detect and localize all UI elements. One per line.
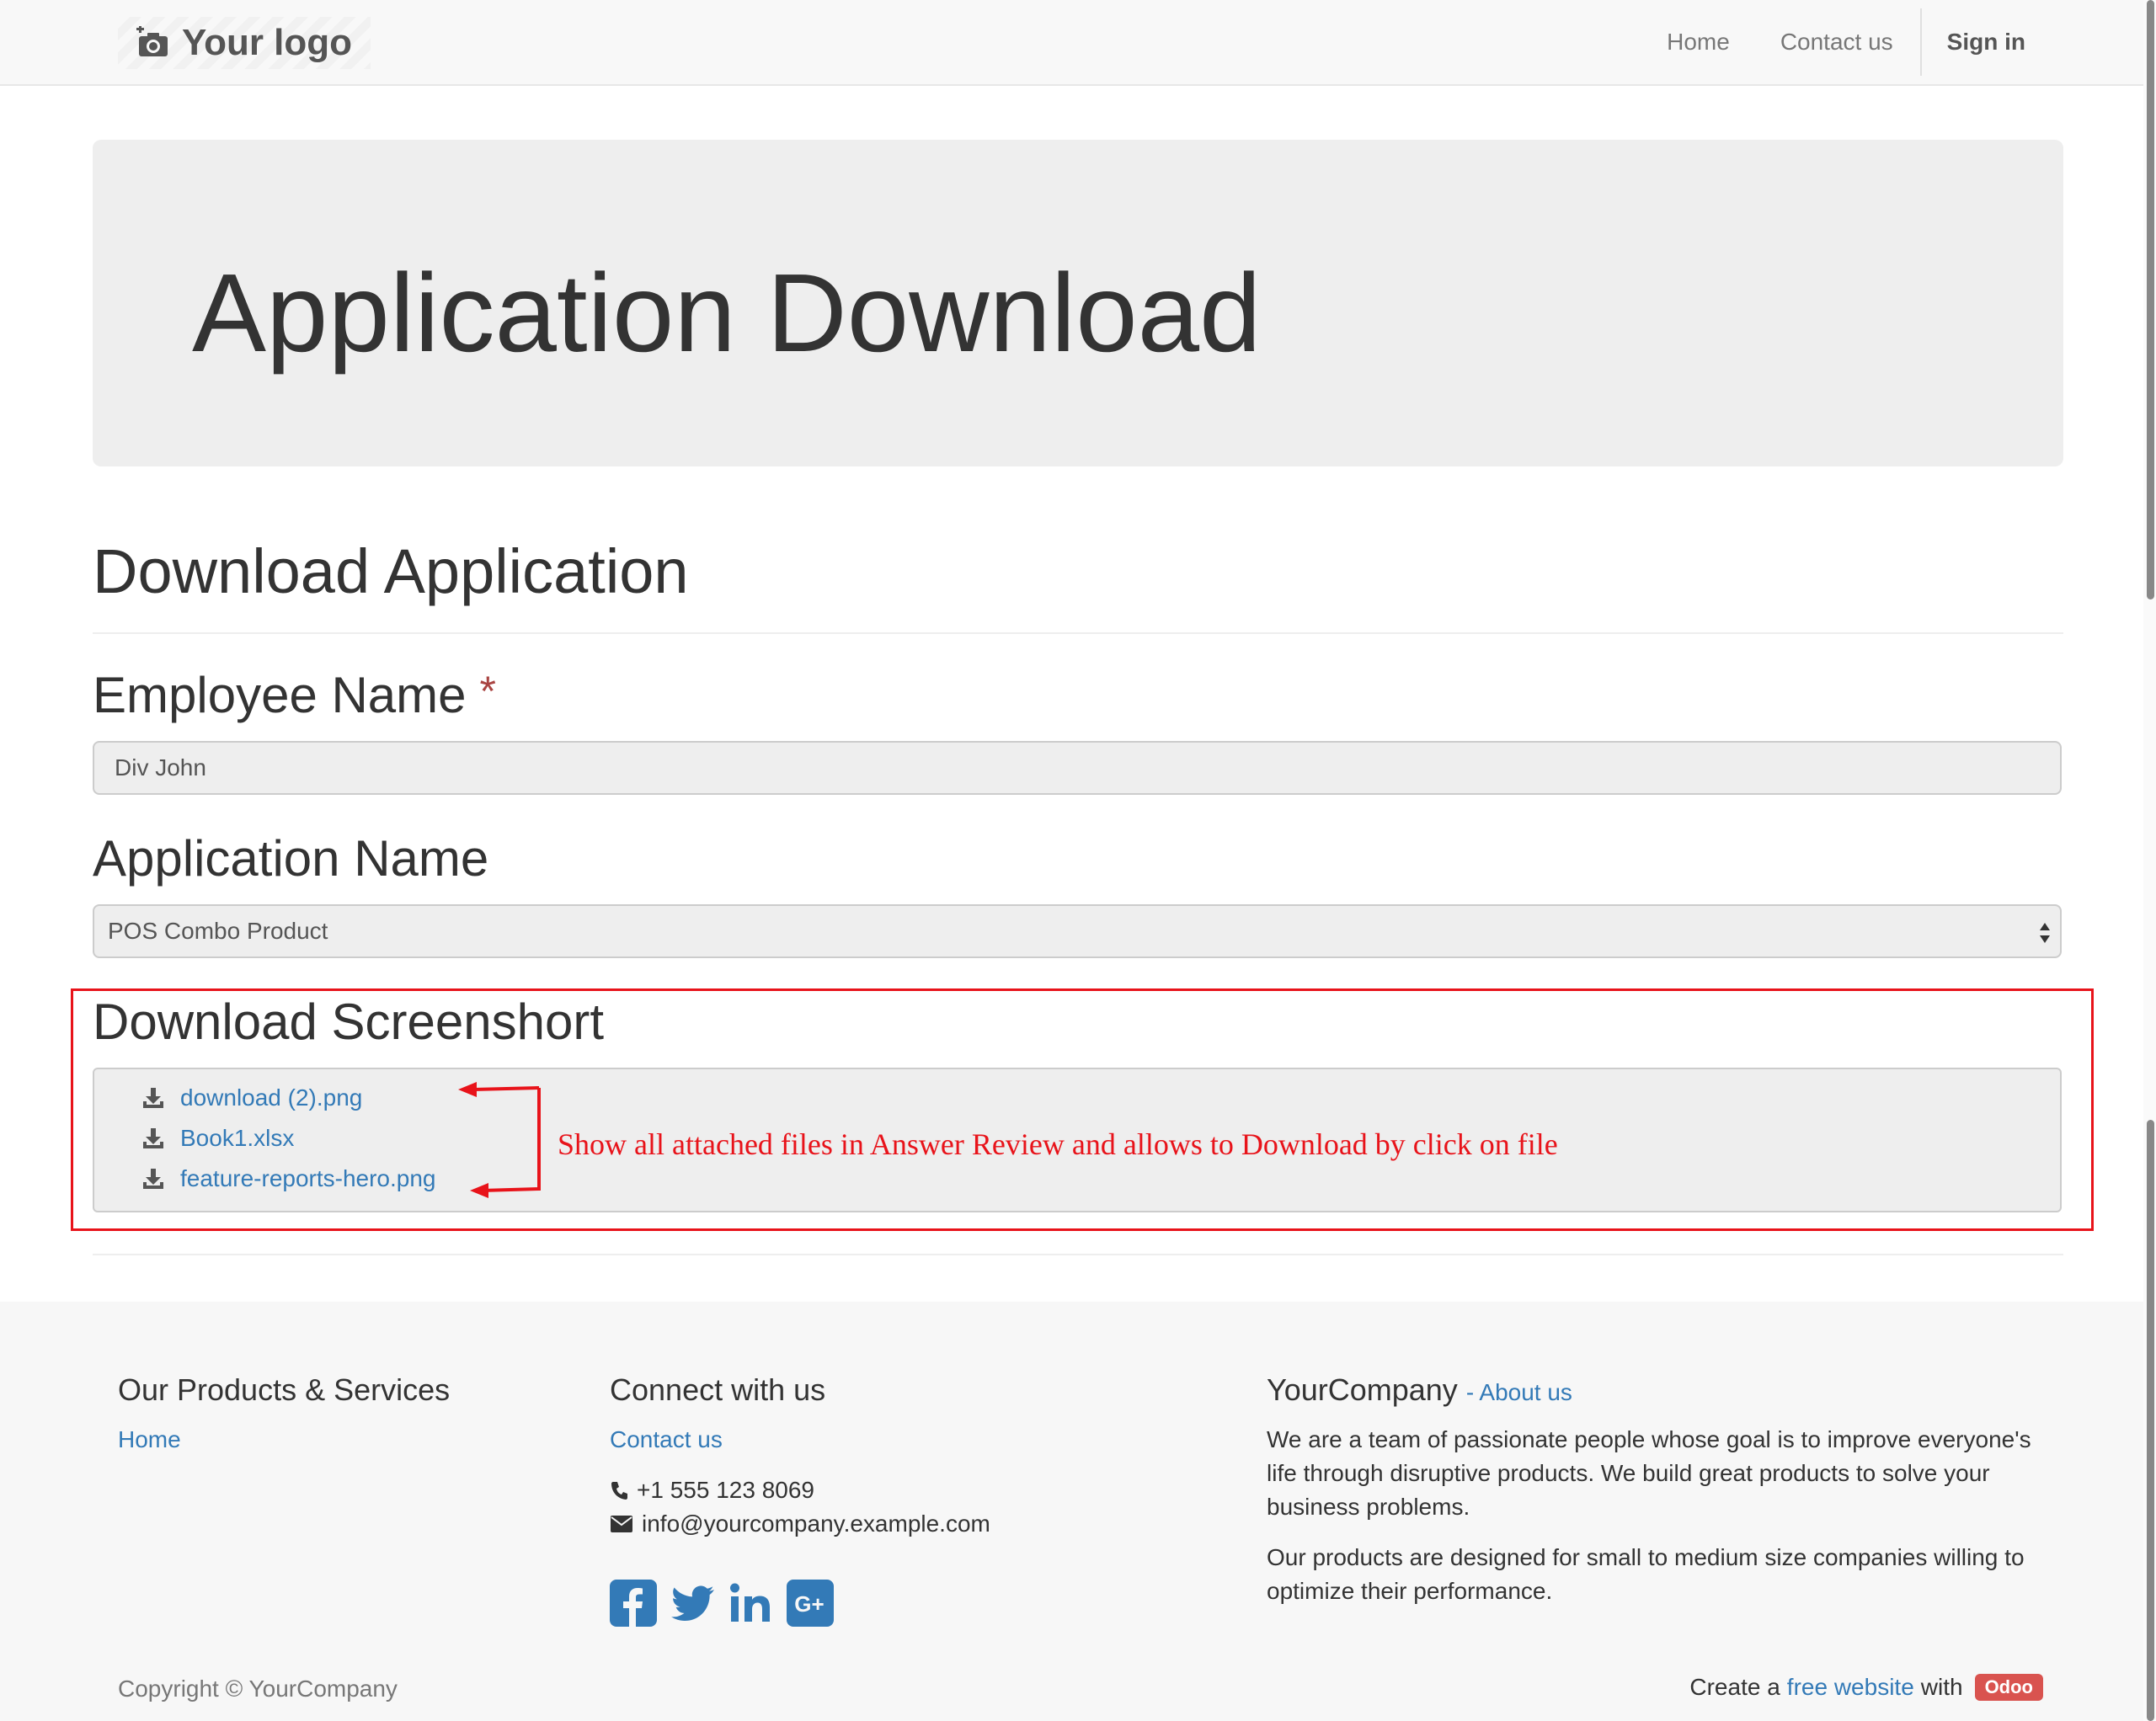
logo[interactable]: Your logo bbox=[118, 17, 371, 69]
nav-contact-us[interactable]: Contact us bbox=[1755, 0, 1919, 84]
hero-banner: Application Download bbox=[93, 140, 2063, 466]
footer-products-title: Our Products & Services bbox=[118, 1372, 451, 1407]
linkedin-icon[interactable] bbox=[728, 1580, 775, 1627]
facebook-icon[interactable] bbox=[610, 1580, 657, 1627]
logo-text: Your logo bbox=[182, 22, 353, 63]
section-title: Download Application bbox=[93, 536, 689, 606]
download-screenshot-label: Download Screenshort bbox=[93, 994, 605, 1050]
select-arrows-icon bbox=[2040, 923, 2050, 943]
annotation-text: Show all attached files in Answer Review… bbox=[558, 1127, 1558, 1161]
footer-about-p2: Our products are designed for small to m… bbox=[1267, 1544, 2025, 1604]
footer-contact-link[interactable]: Contact us bbox=[610, 1426, 723, 1453]
google-plus-icon[interactable]: G+ bbox=[787, 1580, 834, 1627]
application-name-value: POS Combo Product bbox=[108, 918, 328, 944]
file-item[interactable]: feature-reports-hero.png bbox=[141, 1162, 436, 1196]
footer-company-name: YourCompany bbox=[1267, 1372, 1458, 1407]
file-link[interactable]: Book1.xlsx bbox=[180, 1125, 294, 1152]
file-link[interactable]: feature-reports-hero.png bbox=[180, 1165, 436, 1192]
page-title: Application Download bbox=[192, 251, 1262, 375]
download-icon bbox=[143, 1128, 163, 1148]
free-website-link[interactable]: free website bbox=[1787, 1674, 1914, 1701]
powered-by: Create a free website with Odoo bbox=[1689, 1674, 2043, 1701]
footer-email-text: info@yourcompany.example.com bbox=[642, 1511, 990, 1537]
phone-icon bbox=[611, 1482, 627, 1500]
scrollbar[interactable] bbox=[2143, 0, 2156, 1721]
application-name-select[interactable]: POS Combo Product bbox=[93, 904, 2062, 958]
employee-name-field[interactable]: Div John bbox=[93, 741, 2062, 795]
required-mark: * bbox=[479, 668, 496, 715]
footer-about-p1: We are a team of passionate people whose… bbox=[1267, 1426, 2031, 1520]
section-divider bbox=[93, 632, 2063, 634]
sign-in-link[interactable]: Sign in bbox=[1922, 29, 2051, 56]
scroll-thumb[interactable] bbox=[2147, 0, 2154, 599]
footer-connect-title: Connect with us bbox=[610, 1372, 826, 1407]
file-link[interactable]: download (2).png bbox=[180, 1084, 362, 1111]
file-item[interactable]: Book1.xlsx bbox=[141, 1122, 294, 1155]
footer-about-link[interactable]: - About us bbox=[1466, 1379, 1572, 1405]
powered-by-with: with bbox=[1920, 1674, 1963, 1700]
envelope-icon bbox=[611, 1516, 632, 1532]
footer-home-link[interactable]: Home bbox=[118, 1426, 181, 1453]
employee-name-value: Div John bbox=[115, 754, 206, 781]
nav-links: Home Contact us Sign in bbox=[1641, 0, 2051, 84]
twitter-icon[interactable] bbox=[669, 1580, 716, 1627]
file-item[interactable]: download (2).png bbox=[141, 1081, 362, 1115]
application-name-label: Application Name bbox=[93, 830, 489, 887]
powered-by-prefix: Create a bbox=[1689, 1674, 1780, 1700]
footer-email: info@yourcompany.example.com bbox=[610, 1511, 990, 1537]
navbar: Your logo Home Contact us Sign in bbox=[0, 0, 2143, 86]
social-links: G+ bbox=[610, 1580, 834, 1627]
employee-name-label-text: Employee Name bbox=[93, 667, 467, 723]
svg-text:G+: G+ bbox=[794, 1591, 824, 1617]
scroll-thumb-secondary[interactable] bbox=[2147, 1120, 2154, 1721]
form-bottom-divider bbox=[93, 1254, 2063, 1255]
odoo-badge[interactable]: Odoo bbox=[1974, 1674, 2043, 1701]
footer-company-title: YourCompany - About us bbox=[1267, 1372, 1572, 1408]
employee-name-label: Employee Name * bbox=[93, 670, 496, 721]
download-icon bbox=[143, 1169, 163, 1189]
camera-icon bbox=[136, 26, 168, 56]
footer-phone-text: +1 555 123 8069 bbox=[637, 1477, 814, 1503]
nav-home[interactable]: Home bbox=[1641, 0, 1755, 84]
footer-phone: +1 555 123 8069 bbox=[610, 1477, 814, 1504]
download-icon bbox=[143, 1088, 163, 1108]
copyright: Copyright © YourCompany bbox=[118, 1676, 398, 1702]
